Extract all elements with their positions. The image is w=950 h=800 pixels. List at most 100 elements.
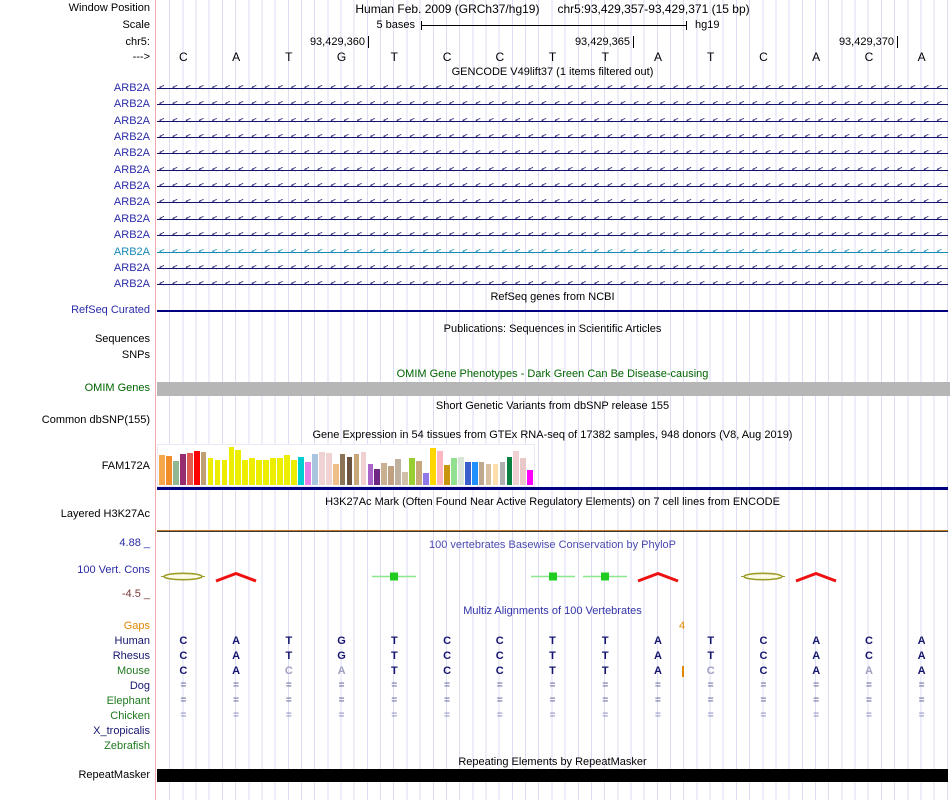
sequences-track-label[interactable]: Sequences <box>0 333 150 346</box>
gencode-gene-label[interactable]: ARB2A <box>0 164 150 177</box>
dbsnp-track-label[interactable]: Common dbSNP(155) <box>0 414 150 427</box>
multiz-species-label[interactable]: Gaps <box>0 620 150 633</box>
gene-transcript-row[interactable]: <<<<<<<<<<<<<<<<<<<<<<<<<<<<<<<<<<<<<<<<… <box>157 164 948 177</box>
gencode-gene-label[interactable]: ARB2A <box>0 147 150 160</box>
gencode-gene-label[interactable]: ARB2A <box>0 229 150 242</box>
gtex-expression-bar[interactable] <box>270 458 276 485</box>
gtex-expression-bar[interactable] <box>493 464 499 485</box>
gtex-expression-bar[interactable] <box>298 457 304 485</box>
gtex-expression-bar[interactable] <box>208 458 214 485</box>
gtex-expression-bar[interactable] <box>256 460 262 485</box>
multiz-species-label[interactable]: Chicken <box>0 710 150 723</box>
conservation-track-label[interactable]: 100 Vert. Cons <box>0 564 150 577</box>
gencode-gene-label[interactable]: ARB2A <box>0 82 150 95</box>
gtex-expression-bar[interactable] <box>319 452 325 485</box>
gtex-expression-bar[interactable] <box>368 464 374 485</box>
gtex-expression-bar[interactable] <box>242 460 248 485</box>
gene-transcript-row[interactable]: <<<<<<<<<<<<<<<<<<<<<<<<<<<<<<<<<<<<<<<<… <box>157 262 948 275</box>
repeatmasker-element-bar[interactable] <box>157 769 948 782</box>
phylop-square-glyph[interactable] <box>530 570 576 583</box>
gencode-gene-label[interactable]: ARB2A <box>0 196 150 209</box>
omim-gene-bar[interactable] <box>157 382 950 396</box>
phylop-arch-glyph[interactable] <box>793 570 839 583</box>
gtex-expression-bar[interactable] <box>507 457 513 485</box>
gtex-expression-bar[interactable] <box>444 465 450 485</box>
phylop-arch-glyph[interactable] <box>213 570 259 583</box>
gene-transcript-row[interactable]: <<<<<<<<<<<<<<<<<<<<<<<<<<<<<<<<<<<<<<<<… <box>157 147 948 160</box>
gtex-expression-bar[interactable] <box>187 453 193 485</box>
phylop-square-glyph[interactable] <box>582 570 628 583</box>
gtex-expression-bar[interactable] <box>430 448 436 485</box>
gencode-gene-label[interactable]: ARB2A <box>0 98 150 111</box>
repeatmasker-track-label[interactable]: RepeatMasker <box>0 769 150 782</box>
gtex-expression-bar[interactable] <box>381 463 387 485</box>
gtex-expression-bar[interactable] <box>520 458 526 485</box>
gene-transcript-row[interactable]: <<<<<<<<<<<<<<<<<<<<<<<<<<<<<<<<<<<<<<<<… <box>157 131 948 144</box>
refseq-curated-label[interactable]: RefSeq Curated <box>0 304 150 317</box>
gtex-expression-bar[interactable] <box>409 458 415 485</box>
gtex-expression-bar[interactable] <box>284 455 290 485</box>
omim-genes-label[interactable]: OMIM Genes <box>0 382 150 395</box>
gene-transcript-row[interactable]: <<<<<<<<<<<<<<<<<<<<<<<<<<<<<<<<<<<<<<<<… <box>157 82 948 95</box>
gtex-expression-bar[interactable] <box>486 464 492 485</box>
multiz-species-label[interactable]: Rhesus <box>0 650 150 663</box>
gtex-expression-bar[interactable] <box>340 454 346 485</box>
gencode-gene-label[interactable]: ARB2A <box>0 180 150 193</box>
gtex-expression-bar[interactable] <box>423 473 429 485</box>
gtex-expression-bar[interactable] <box>312 454 318 485</box>
gtex-expression-bar[interactable] <box>222 460 228 485</box>
gtex-expression-bar[interactable] <box>173 461 179 485</box>
gtex-expression-bar[interactable] <box>395 459 401 485</box>
gencode-gene-label[interactable]: ARB2A <box>0 115 150 128</box>
gtex-expression-bar[interactable] <box>437 451 443 485</box>
gtex-expression-bar[interactable] <box>388 466 394 485</box>
snps-track-label[interactable]: SNPs <box>0 349 150 362</box>
gtex-expression-bar[interactable] <box>263 460 269 485</box>
multiz-species-label[interactable]: Human <box>0 635 150 648</box>
gtex-expression-bar[interactable] <box>229 447 235 485</box>
gencode-gene-label[interactable]: ARB2A <box>0 213 150 226</box>
gtex-expression-bar[interactable] <box>513 451 519 485</box>
gene-transcript-row[interactable]: <<<<<<<<<<<<<<<<<<<<<<<<<<<<<<<<<<<<<<<<… <box>157 180 948 193</box>
gene-transcript-row[interactable]: <<<<<<<<<<<<<<<<<<<<<<<<<<<<<<<<<<<<<<<<… <box>157 213 948 226</box>
gtex-expression-bar[interactable] <box>291 460 297 485</box>
gtex-expression-bar[interactable] <box>472 462 478 485</box>
multiz-species-label[interactable]: Mouse <box>0 665 150 678</box>
gtex-gene-label[interactable]: FAM172A <box>0 460 150 473</box>
phylop-square-glyph[interactable] <box>371 570 417 583</box>
gtex-expression-bar[interactable] <box>235 450 241 485</box>
gene-transcript-row[interactable]: <<<<<<<<<<<<<<<<<<<<<<<<<<<<<<<<<<<<<<<<… <box>157 246 948 259</box>
multiz-species-label[interactable]: Elephant <box>0 695 150 708</box>
gtex-expression-bar[interactable] <box>500 462 506 485</box>
phylop-arch-glyph[interactable] <box>635 570 681 583</box>
gtex-expression-bar[interactable] <box>277 458 283 485</box>
gene-transcript-row[interactable]: <<<<<<<<<<<<<<<<<<<<<<<<<<<<<<<<<<<<<<<<… <box>157 115 948 128</box>
h3k27ac-track-label[interactable]: Layered H3K27Ac <box>0 508 150 521</box>
gtex-expression-bar[interactable] <box>347 457 353 485</box>
gtex-expression-bar[interactable] <box>374 469 380 485</box>
gencode-gene-label[interactable]: ARB2A <box>0 262 150 275</box>
gtex-expression-bar[interactable] <box>354 454 360 485</box>
gtex-expression-bar[interactable] <box>527 470 533 485</box>
gtex-expression-chart[interactable] <box>157 444 535 487</box>
gencode-gene-label[interactable]: ARB2A <box>0 246 150 259</box>
gtex-expression-bar[interactable] <box>458 457 464 485</box>
gene-transcript-row[interactable]: <<<<<<<<<<<<<<<<<<<<<<<<<<<<<<<<<<<<<<<<… <box>157 98 948 111</box>
gtex-expression-bar[interactable] <box>479 462 485 485</box>
gtex-expression-bar[interactable] <box>416 461 422 485</box>
multiz-species-label[interactable]: Dog <box>0 680 150 693</box>
h3k27ac-signal-line[interactable] <box>157 530 948 532</box>
gtex-expression-bar[interactable] <box>159 455 165 485</box>
gtex-expression-bar[interactable] <box>402 472 408 485</box>
gtex-expression-bar[interactable] <box>333 464 339 485</box>
gtex-expression-bar[interactable] <box>194 451 200 485</box>
gtex-expression-bar[interactable] <box>201 452 207 485</box>
phylop-lens-glyph[interactable] <box>160 570 206 583</box>
multiz-species-label[interactable]: Zebrafish <box>0 740 150 753</box>
gtex-expression-bar[interactable] <box>166 456 172 485</box>
gtex-expression-bar[interactable] <box>180 454 186 485</box>
gene-transcript-row[interactable]: <<<<<<<<<<<<<<<<<<<<<<<<<<<<<<<<<<<<<<<<… <box>157 278 948 291</box>
gtex-expression-bar[interactable] <box>465 462 471 485</box>
refseq-gene-line[interactable] <box>157 310 948 312</box>
gene-transcript-row[interactable]: <<<<<<<<<<<<<<<<<<<<<<<<<<<<<<<<<<<<<<<<… <box>157 196 948 209</box>
